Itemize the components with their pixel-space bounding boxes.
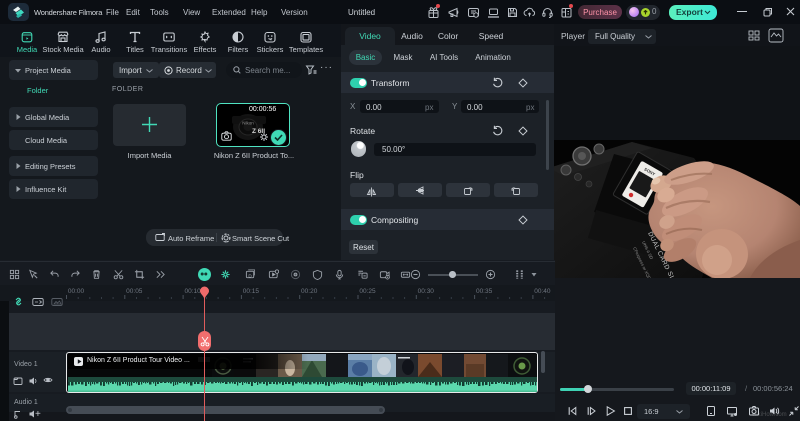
svg-text:Nikon: Nikon	[242, 121, 254, 126]
